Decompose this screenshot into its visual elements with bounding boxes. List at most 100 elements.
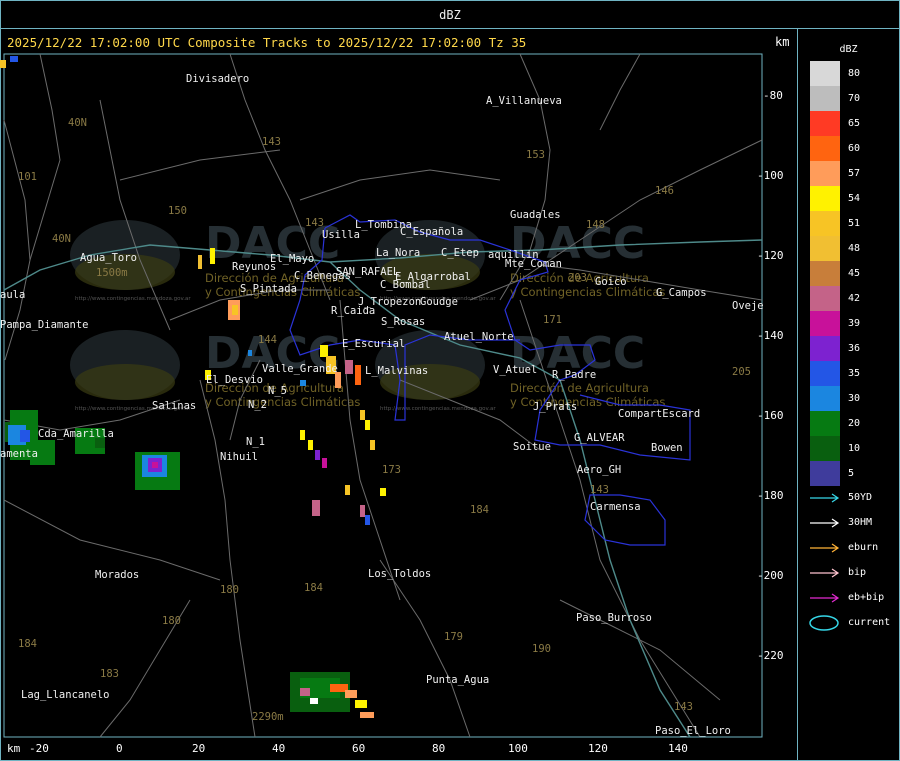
place-label: Bowen — [651, 442, 683, 454]
legend-value: 35 — [848, 368, 861, 379]
legend-swatch — [810, 61, 840, 86]
track-label: eb+bip — [848, 592, 885, 603]
place-label: A_Villanueva — [486, 95, 562, 107]
place-label: SAN_RAFAEL — [336, 266, 399, 278]
svg-text:2290m: 2290m — [252, 711, 284, 723]
place-label: La_Nora — [376, 247, 420, 259]
legend-swatch — [810, 461, 840, 486]
svg-text:180: 180 — [220, 584, 239, 596]
y-tick: -80 — [763, 89, 783, 102]
place-label: El_Desvio — [206, 374, 263, 386]
place-label: Divisadero — [186, 73, 249, 85]
place-label: C_Etep — [441, 247, 479, 259]
y-tick: -200 — [757, 569, 784, 582]
place-label: Cda_Amarilla — [38, 428, 114, 440]
current-ellipse-icon — [809, 615, 839, 631]
track-arrow-icon — [810, 493, 840, 503]
place-label: Morados — [95, 569, 139, 581]
x-tick: -20 — [29, 742, 49, 755]
place-label: aula — [0, 289, 25, 301]
place-label: CompartEscard — [618, 408, 700, 420]
place-label: J_Prats — [533, 401, 577, 413]
legend-value: 54 — [848, 193, 861, 204]
y-tick: -100 — [757, 169, 784, 182]
km-top-label: km — [775, 35, 790, 49]
place-label: L_Malvinas — [365, 365, 428, 377]
legend-swatch — [810, 286, 840, 311]
place-label: Pampa_Diamante — [0, 319, 89, 331]
track-label: 30HM — [848, 517, 873, 528]
place-label: E_Escurial — [342, 338, 405, 350]
track-arrow-icon — [810, 543, 840, 553]
legend-value: 42 — [848, 293, 861, 304]
y-tick: -180 — [757, 489, 784, 502]
svg-text:184: 184 — [18, 638, 37, 650]
legend-swatch — [810, 336, 840, 361]
legend-swatch — [810, 411, 840, 436]
y-tick: -140 — [757, 329, 784, 342]
legend-value: 39 — [848, 318, 861, 329]
svg-text:190: 190 — [532, 643, 551, 655]
x-tick: 120 — [588, 742, 608, 755]
place-label: R_Caida — [331, 305, 375, 317]
svg-text:148: 148 — [586, 219, 605, 231]
place-label: Aero_GH — [577, 464, 621, 476]
place-label: N_1 — [246, 436, 265, 448]
place-label: N_5 — [268, 385, 287, 397]
svg-text:184: 184 — [470, 504, 489, 516]
svg-text:171: 171 — [543, 314, 562, 326]
legend-value: 20 — [848, 418, 861, 429]
km-bottom-label: km — [7, 742, 21, 755]
svg-text:143: 143 — [262, 136, 281, 148]
track-label: 50YD — [848, 492, 873, 503]
svg-text:150: 150 — [168, 205, 187, 217]
legend-swatch — [810, 86, 840, 111]
legend-swatch — [810, 436, 840, 461]
svg-text:180: 180 — [162, 615, 181, 627]
svg-text:Dirección de Agricultura: Dirección de Agricultura — [510, 381, 649, 395]
radar-map[interactable]: DACC Dirección de Agricultura y Continge… — [0, 0, 900, 761]
svg-text:203: 203 — [568, 272, 587, 284]
legend-value: 5 — [848, 468, 855, 479]
place-label: Oveje — [732, 300, 764, 312]
place-label: Agua_Toro — [80, 252, 137, 264]
place-label: aquillin — [488, 249, 539, 261]
legend-value: 48 — [848, 243, 861, 254]
place-label: C_Española — [400, 226, 463, 238]
x-tick: 40 — [272, 742, 285, 755]
legend-value: 57 — [848, 168, 861, 179]
svg-text:101: 101 — [18, 171, 37, 183]
place-label: El_Mayo — [270, 253, 314, 265]
legend-value: 10 — [848, 443, 861, 454]
legend-value: 60 — [848, 143, 861, 154]
svg-text:http://www.contingencias.mendo: http://www.contingencias.mendoza.gov.ar — [75, 296, 191, 302]
svg-text:143: 143 — [674, 701, 693, 713]
legend-value: 65 — [848, 118, 861, 129]
place-label: Punta_Agua — [426, 674, 489, 686]
legend-swatch — [810, 361, 840, 386]
place-label: V_Atuel — [493, 364, 537, 376]
place-label: R_Padre — [552, 369, 596, 381]
place-label: Lag_Llancanelo — [21, 689, 110, 701]
track-label: current — [848, 617, 891, 628]
place-label: Los_Toldos — [368, 568, 431, 580]
svg-text:179: 179 — [444, 631, 463, 643]
svg-text:153: 153 — [526, 149, 545, 161]
x-tick: 0 — [116, 742, 123, 755]
y-tick: -160 — [757, 409, 784, 422]
place-label: Atuel_Norte — [444, 331, 514, 343]
legend-value: 45 — [848, 268, 861, 279]
header-timestamp: 2025/12/22 17:02:00 UTC Composite Tracks… — [7, 35, 527, 50]
svg-text:40N: 40N — [52, 233, 71, 245]
place-label: Paso_El_Loro — [655, 725, 731, 737]
x-tick: 60 — [352, 742, 365, 755]
svg-text:184: 184 — [304, 582, 323, 594]
legend-swatch — [810, 211, 840, 236]
legend-swatch — [810, 236, 840, 261]
svg-text:146: 146 — [655, 185, 674, 197]
place-label: Usilla — [322, 229, 360, 241]
legend-title: dBZ — [839, 44, 858, 55]
legend-swatch — [810, 136, 840, 161]
legend-value: 70 — [848, 93, 861, 104]
legend-swatch — [810, 311, 840, 336]
